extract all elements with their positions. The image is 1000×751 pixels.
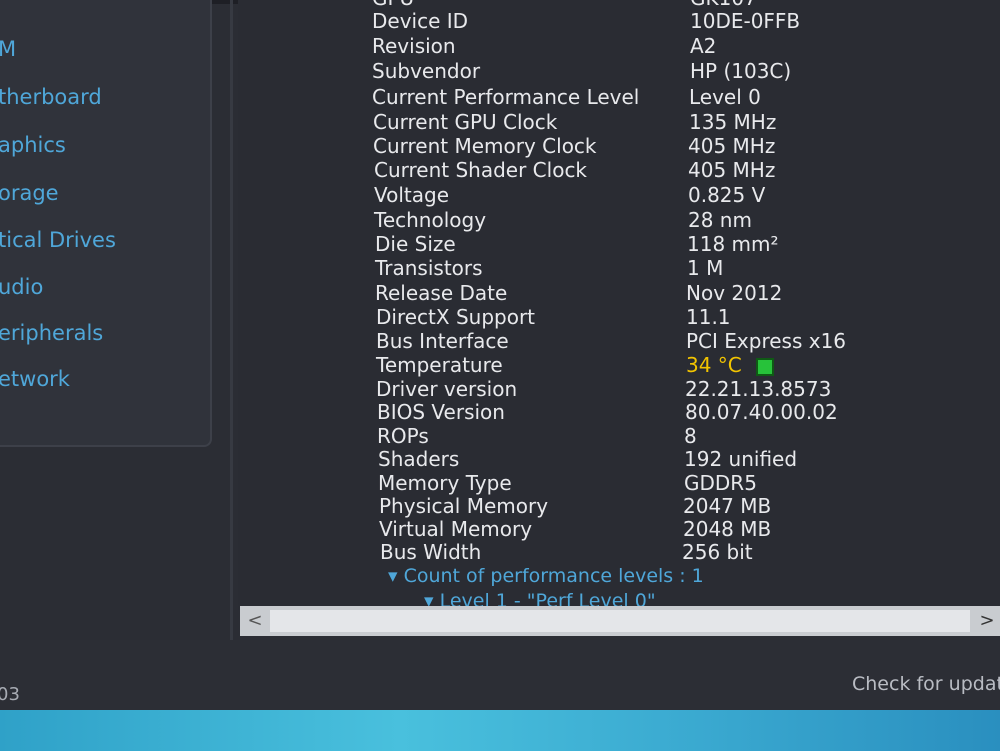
details-panel: GPU GK107 Device ID10DE-0FFB RevisionA2 … — [238, 0, 1000, 610]
detail-key: Virtual Memory — [379, 517, 533, 541]
detail-key: Voltage — [374, 183, 450, 207]
detail-key: Shaders — [378, 447, 460, 471]
sidebar-item-optical-drives[interactable]: tical Drives — [0, 228, 116, 252]
detail-value: Level 0 — [689, 85, 761, 109]
detail-value: GDDR5 — [684, 471, 757, 495]
detail-value: 1 M — [687, 256, 724, 280]
version-text: 03 — [0, 684, 20, 705]
detail-key: Die Size — [375, 232, 456, 256]
pane-divider[interactable] — [230, 0, 233, 640]
detail-value: 256 bit — [682, 540, 753, 564]
check-for-updates-link[interactable]: Check for updates — [852, 673, 1000, 695]
detail-value: 118 mm² — [687, 232, 779, 256]
detail-value: 28 nm — [688, 208, 752, 232]
detail-value: 8 — [684, 424, 697, 448]
detail-value: 405 MHz — [688, 134, 776, 158]
detail-key: DirectX Support — [376, 305, 536, 329]
temperature-status-indicator — [755, 357, 774, 376]
detail-value: A2 — [690, 34, 717, 58]
sidebar-item-graphics[interactable]: aphics — [0, 133, 66, 157]
sidebar-item-storage[interactable]: orage — [0, 181, 59, 205]
detail-value: 80.07.40.00.02 — [685, 400, 838, 424]
tree-node-performance-levels[interactable]: ▾ Count of performance levels : 1 — [388, 565, 704, 587]
detail-key: Temperature — [376, 353, 503, 377]
detail-key: Driver version — [376, 377, 518, 401]
detail-key: Transistors — [375, 256, 483, 280]
detail-value: HP (103C) — [690, 59, 792, 83]
detail-key: Technology — [374, 208, 487, 232]
detail-value: 135 MHz — [689, 110, 777, 134]
detail-value: 10DE-0FFB — [690, 9, 801, 33]
sidebar: M therboard aphics orage tical Drives ud… — [0, 0, 212, 447]
detail-key: Physical Memory — [379, 494, 549, 518]
sidebar-item-peripherals[interactable]: eripherals — [0, 321, 103, 345]
status-bar: 03 Check for updates — [0, 640, 1000, 710]
detail-key: Current Shader Clock — [374, 158, 588, 182]
temperature-value: 34 °C — [686, 353, 742, 377]
detail-value: 405 MHz — [688, 158, 776, 182]
detail-key: Device ID — [372, 9, 469, 33]
detail-key: Subvendor — [372, 59, 481, 83]
detail-value: 2048 MB — [683, 517, 772, 541]
scrollbar-thumb[interactable] — [270, 610, 970, 632]
sidebar-item-audio[interactable]: udio — [0, 275, 43, 299]
detail-value: 11.1 — [686, 305, 731, 329]
detail-value: 0.825 V — [688, 183, 766, 207]
detail-value: 22.21.13.8573 — [685, 377, 832, 401]
detail-key: Bus Interface — [376, 329, 509, 353]
detail-key: BIOS Version — [377, 400, 505, 424]
detail-value: 2047 MB — [683, 494, 772, 518]
detail-key: Release Date — [375, 281, 508, 305]
sidebar-item-ram[interactable]: M — [0, 37, 16, 61]
sidebar-item-network[interactable]: etwork — [0, 367, 70, 391]
detail-key: Revision — [372, 34, 456, 58]
detail-key: Bus Width — [380, 540, 482, 564]
horizontal-scrollbar[interactable]: < > — [240, 606, 1000, 636]
detail-value: PCI Express x16 — [686, 329, 847, 353]
detail-value: 192 unified — [684, 447, 798, 471]
sidebar-item-motherboard[interactable]: therboard — [0, 85, 102, 109]
detail-key: Current Memory Clock — [373, 134, 597, 158]
scroll-left-arrow-icon[interactable]: < — [240, 606, 270, 636]
detail-key: ROPs — [377, 424, 429, 448]
scroll-right-arrow-icon[interactable]: > — [974, 606, 1000, 636]
taskbar — [0, 710, 1000, 751]
detail-key: Memory Type — [378, 471, 512, 495]
detail-key: Current Performance Level — [372, 85, 640, 109]
detail-key: Current GPU Clock — [373, 110, 558, 134]
detail-value: Nov 2012 — [686, 281, 783, 305]
